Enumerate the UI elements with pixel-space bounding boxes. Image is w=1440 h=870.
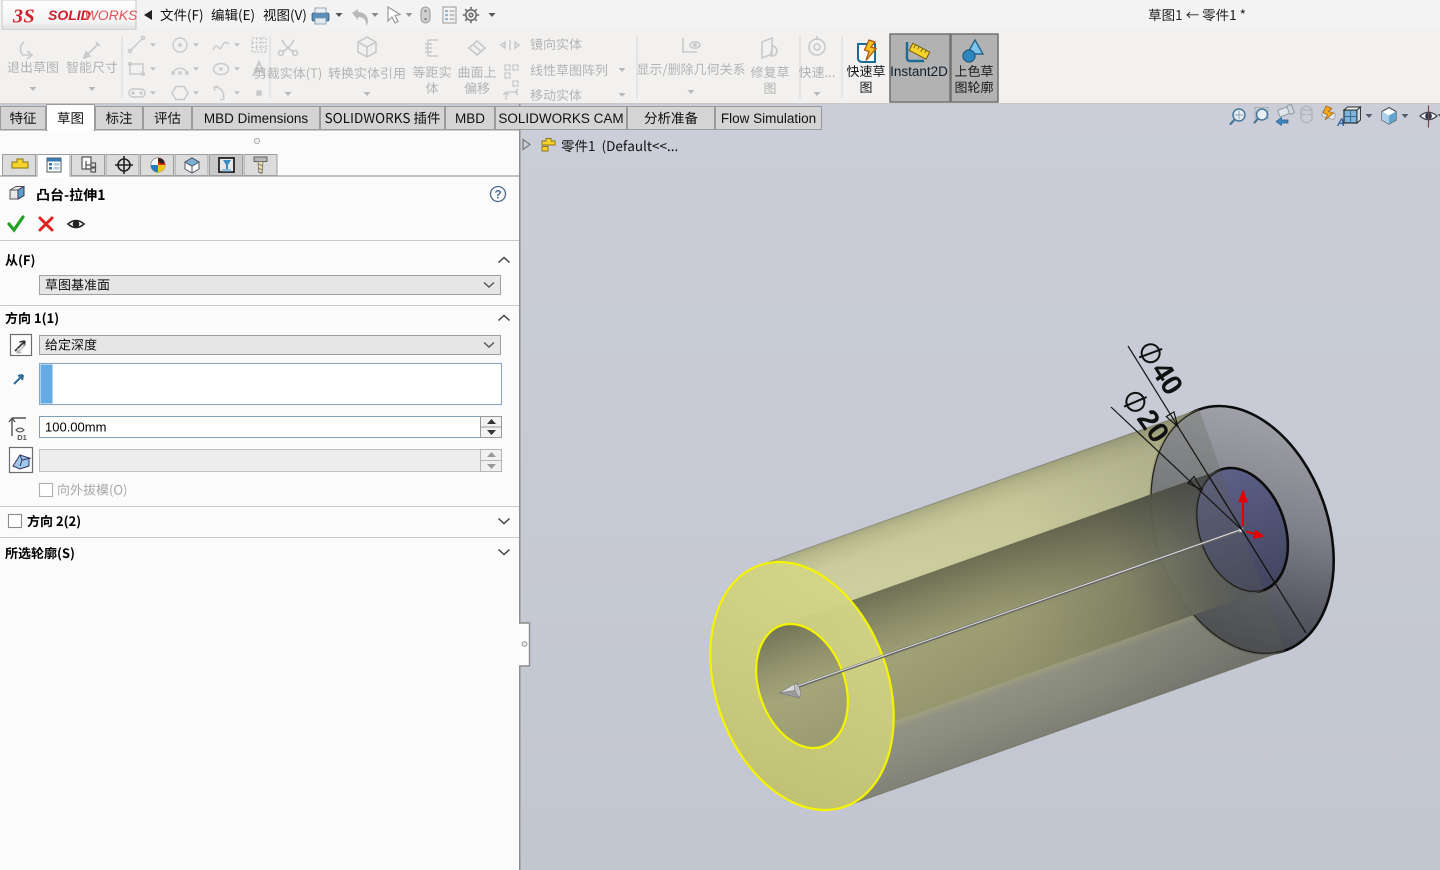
svg-text:S: S: [24, 6, 35, 28]
svg-text:SOLIDWORKS CAM: SOLIDWORKS CAM: [498, 111, 623, 126]
svg-text:?: ?: [494, 190, 501, 202]
svg-text:D1: D1: [17, 433, 27, 442]
svg-text:Instant2D: Instant2D: [890, 64, 948, 79]
svg-text:MBD Dimensions: MBD Dimensions: [204, 111, 309, 126]
svg-text:WORKS: WORKS: [85, 7, 139, 23]
svg-text:MBD: MBD: [455, 111, 485, 126]
svg-text:3: 3: [12, 6, 23, 28]
svg-text:Flow Simulation: Flow Simulation: [721, 111, 816, 126]
svg-text:100.00mm: 100.00mm: [45, 420, 106, 435]
